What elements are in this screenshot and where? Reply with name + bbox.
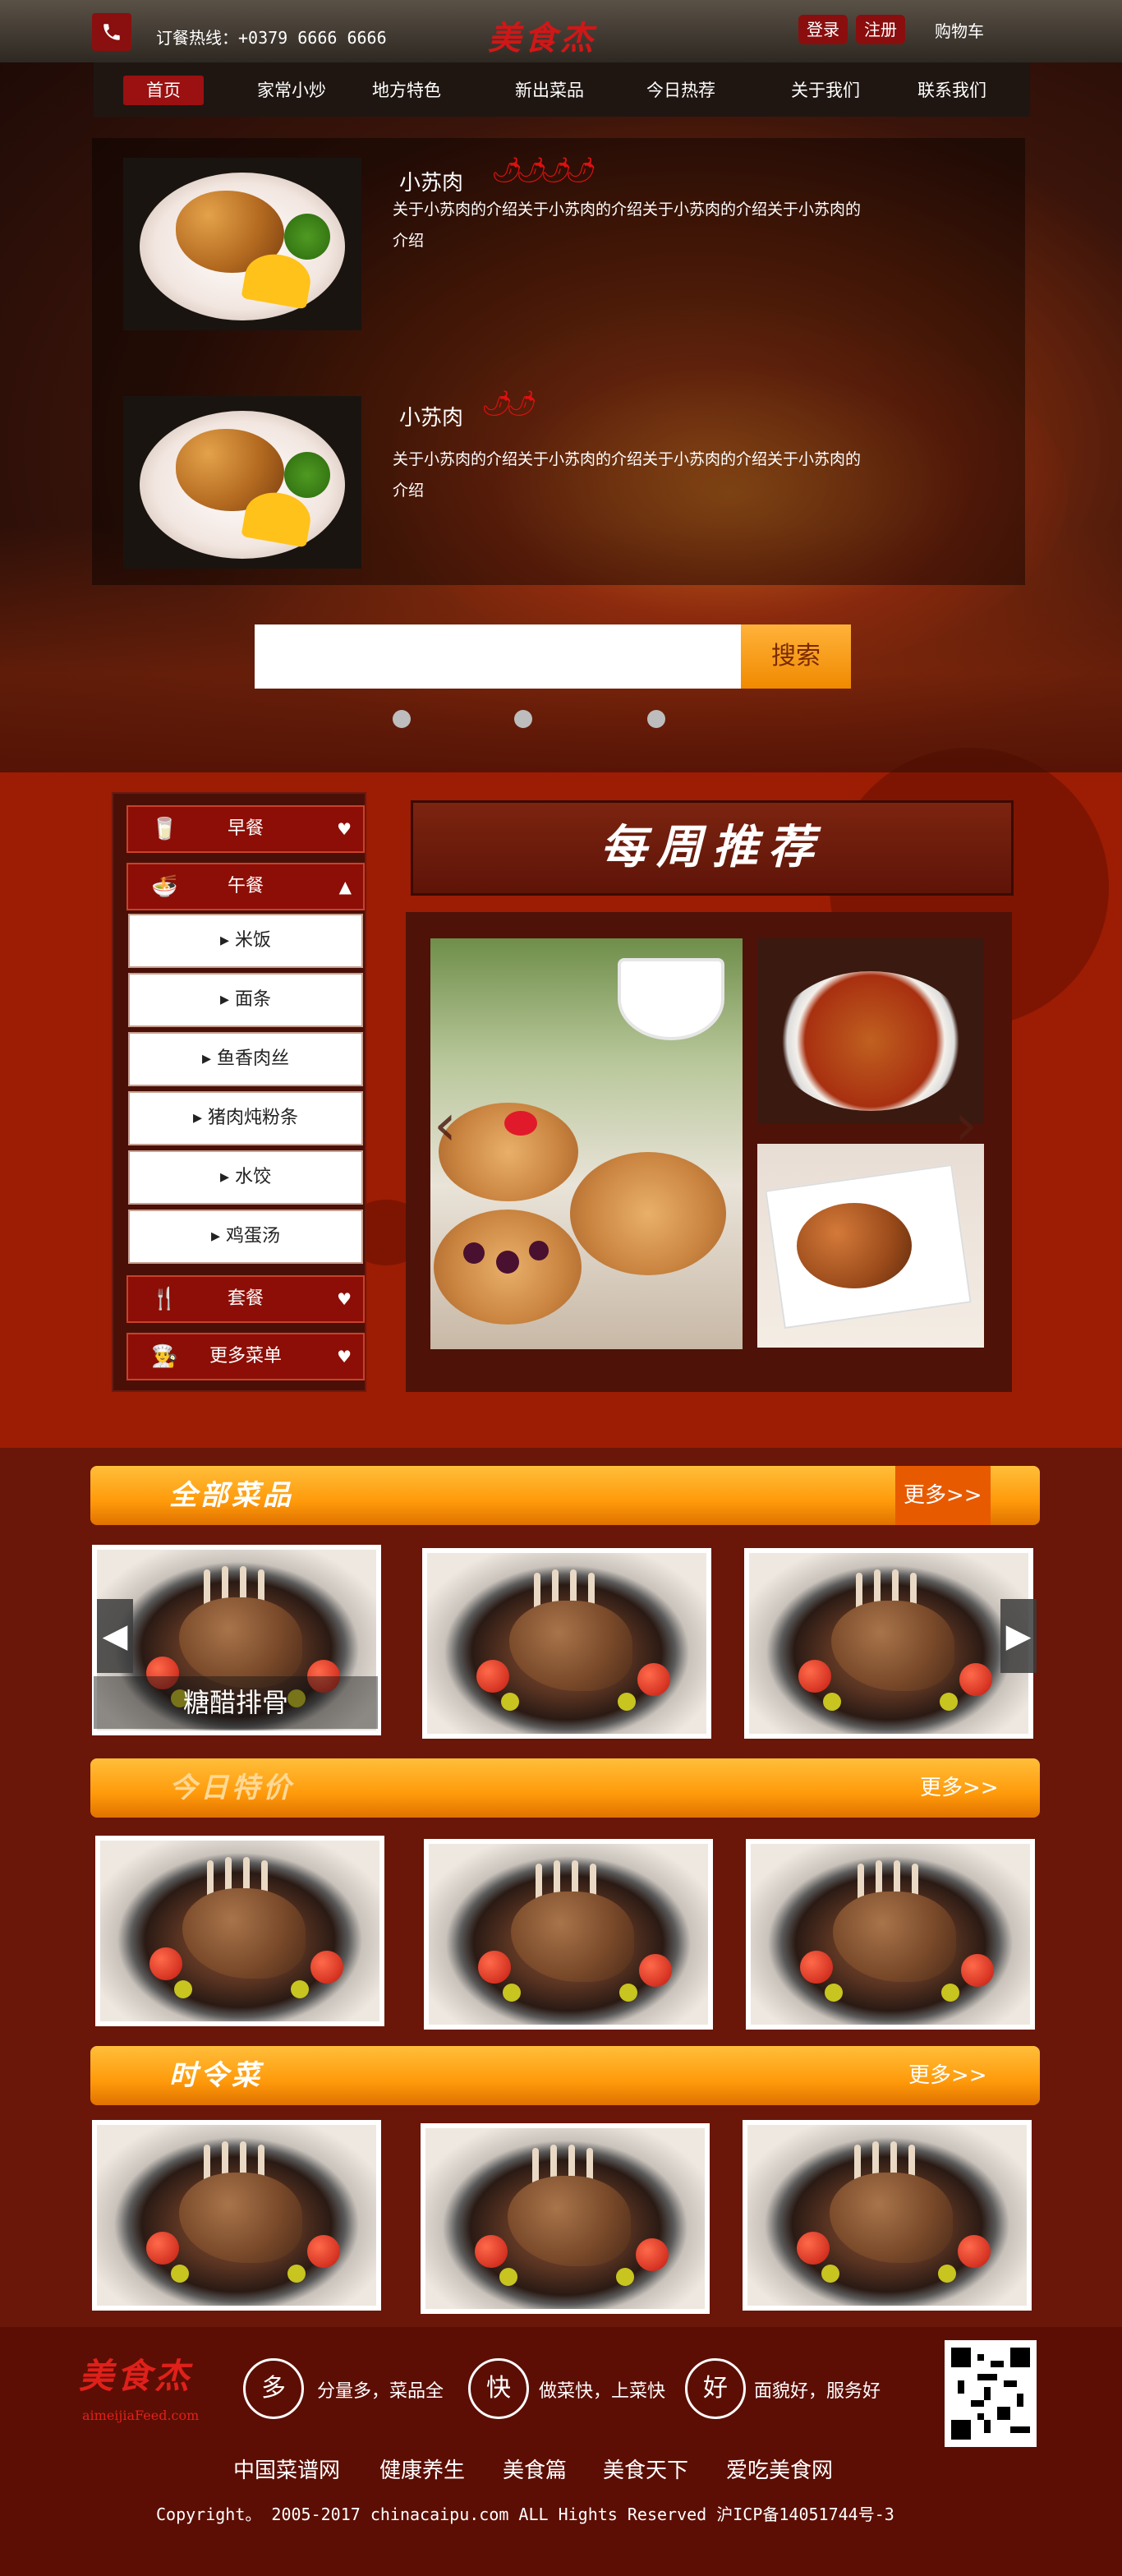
section-title: 全部菜品 <box>169 1479 294 1512</box>
footer-link[interactable]: 中国菜谱网 <box>233 2454 340 2484</box>
dish-card[interactable] <box>421 2123 710 2314</box>
nav-about-us[interactable]: 关于我们 <box>780 76 871 105</box>
heart-icon: ♥ <box>337 1289 352 1309</box>
qr-code-icon <box>945 2340 1037 2447</box>
feature-badge-icon: 快 <box>468 2358 529 2419</box>
category-label: 套餐 <box>227 1288 264 1309</box>
category-menu: 🥛 早餐 ♥ 🍜 午餐 ▲ ▸ 米饭 ▸ 面条 ▸ 鱼香肉丝 ▸ 猪肉炖粉条 ▸… <box>112 792 366 1392</box>
carousel-next-button[interactable]: ▶ <box>1000 1599 1037 1673</box>
more-link[interactable]: 更多>> <box>895 1466 991 1525</box>
category-label: 更多菜单 <box>209 1346 282 1366</box>
carousel-dot[interactable] <box>647 710 665 728</box>
nav-contact-us[interactable]: 联系我们 <box>907 76 997 105</box>
dish-card[interactable] <box>92 2120 381 2311</box>
carousel-dot[interactable] <box>393 710 411 728</box>
carousel-dot[interactable] <box>514 710 532 728</box>
more-link[interactable]: 更多>> <box>900 2046 996 2105</box>
gallery-image-noodles[interactable] <box>757 938 984 1124</box>
section-bar-all-dishes: 全部菜品 更多>> <box>90 1466 1040 1525</box>
dish-name[interactable]: 小苏肉 <box>399 401 463 431</box>
nav-home[interactable]: 首页 <box>123 76 204 105</box>
section-title: 今日特价 <box>169 1772 294 1804</box>
menu-item-noodles[interactable]: ▸ 面条 <box>128 973 363 1027</box>
category-more-menu[interactable]: 👨‍🍳 更多菜单 ♥ <box>126 1333 365 1380</box>
feature-text: 面貌好，服务好 <box>754 2381 881 2402</box>
carousel-prev-button[interactable]: ◀ <box>97 1599 133 1673</box>
chevron-left-icon[interactable]: ‹ <box>434 1091 457 1159</box>
search-input[interactable] <box>255 624 741 689</box>
more-link[interactable]: 更多>> <box>912 1758 1007 1818</box>
category-set-meal[interactable]: 🍴 套餐 ♥ <box>126 1275 365 1323</box>
dish-name[interactable]: 小苏肉 <box>399 166 463 196</box>
weekly-gallery: ‹ › <box>406 912 1012 1392</box>
footer-link[interactable]: 美食篇 <box>503 2454 567 2484</box>
dish-description: 关于小苏肉的介绍关于小苏肉的介绍关于小苏肉的介绍关于小苏肉的介绍 <box>393 450 862 500</box>
chevron-right-icon[interactable]: › <box>954 1091 977 1159</box>
gallery-image-roast-duck[interactable] <box>757 1144 984 1348</box>
search-button[interactable]: 搜索 <box>741 624 851 689</box>
featured-panel: 小苏肉 🌶🌶🌶🌶 关于小苏肉的介绍关于小苏肉的介绍关于小苏肉的介绍关于小苏肉的介… <box>92 138 1025 585</box>
section-title: 时令菜 <box>169 2059 263 2092</box>
dish-photo[interactable] <box>123 158 361 330</box>
category-label: 午餐 <box>227 876 264 896</box>
category-label: 早餐 <box>227 818 264 839</box>
login-button[interactable]: 登录 <box>798 15 848 44</box>
footer-logo[interactable]: 美食杰 <box>79 2348 192 2399</box>
weekly-title: 每周推荐 <box>411 800 1014 896</box>
site-logo[interactable]: 美食杰 <box>488 12 596 59</box>
feature-text: 分量多，菜品全 <box>317 2381 444 2402</box>
feature-badge-icon: 多 <box>243 2358 304 2419</box>
chili-rating-icon: 🌶🌶 <box>481 389 537 418</box>
heart-icon: ♥ <box>337 1347 352 1366</box>
menu-item-rice[interactable]: ▸ 米饭 <box>128 914 363 968</box>
dish-card[interactable] <box>95 1836 384 2026</box>
dish-card[interactable] <box>746 1839 1035 2030</box>
footer-link[interactable]: 美食天下 <box>603 2454 688 2484</box>
feature-badge-icon: 好 <box>685 2358 746 2419</box>
nav-local-specialty[interactable]: 地方特色 <box>361 76 452 105</box>
category-lunch[interactable]: 🍜 午餐 ▲ <box>126 863 365 910</box>
section-bar-seasonal: 时令菜 更多>> <box>90 2046 1040 2105</box>
dish-card[interactable] <box>744 1548 1033 1739</box>
fork-knife-icon: 🍴 <box>151 1287 178 1311</box>
dish-card-caption: 糖醋排骨 <box>94 1676 378 1729</box>
chevron-up-icon: ▲ <box>338 877 352 896</box>
dish-photo[interactable] <box>123 396 361 569</box>
dish-card[interactable] <box>743 2120 1032 2311</box>
heart-icon: ♥ <box>337 819 352 839</box>
menu-item-dumplings[interactable]: ▸ 水饺 <box>128 1150 363 1205</box>
phone-icon[interactable] <box>92 13 131 51</box>
menu-item-egg-soup[interactable]: ▸ 鸡蛋汤 <box>128 1210 363 1264</box>
nav-home-cooking[interactable]: 家常小炒 <box>246 76 337 105</box>
bowl-icon: 🍜 <box>151 874 178 899</box>
footer-logo-domain: aimeijiaFeed.com <box>82 2408 200 2423</box>
feature-text: 做菜快，上菜快 <box>539 2381 666 2402</box>
dish-card[interactable] <box>422 1548 711 1739</box>
gallery-image-dessert[interactable] <box>430 938 743 1349</box>
category-breakfast[interactable]: 🥛 早餐 ♥ <box>126 805 365 853</box>
hotline-text: 订餐热线：+0379 6666 6666 <box>156 28 387 48</box>
cart-link[interactable]: 购物车 <box>935 18 984 42</box>
menu-item-pork-noodles[interactable]: ▸ 猪肉炖粉条 <box>128 1091 363 1145</box>
dish-description: 关于小苏肉的介绍关于小苏肉的介绍关于小苏肉的介绍关于小苏肉的介绍 <box>393 200 862 250</box>
chili-rating-icon: 🌶🌶🌶🌶 <box>491 156 596 185</box>
register-button[interactable]: 注册 <box>856 15 905 44</box>
footer-link[interactable]: 爱吃美食网 <box>726 2454 833 2484</box>
dish-card[interactable] <box>424 1839 713 2030</box>
chef-hat-icon: 👨‍🍳 <box>151 1344 178 1369</box>
nav-today-picks[interactable]: 今日热荐 <box>636 76 726 105</box>
breakfast-icon: 🥛 <box>151 817 178 841</box>
nav-new-dishes[interactable]: 新出菜品 <box>504 76 595 105</box>
section-bar-today-special: 今日特价 更多>> <box>90 1758 1040 1818</box>
menu-item-yuxiang-pork[interactable]: ▸ 鱼香肉丝 <box>128 1032 363 1086</box>
copyright-text: Copyright。 2005-2017 chinacaipu.com ALL … <box>156 2505 894 2524</box>
main-nav: 首页 家常小炒 地方特色 新出菜品 今日热荐 关于我们 联系我们 <box>94 62 1030 117</box>
footer-link[interactable]: 健康养生 <box>379 2454 465 2484</box>
